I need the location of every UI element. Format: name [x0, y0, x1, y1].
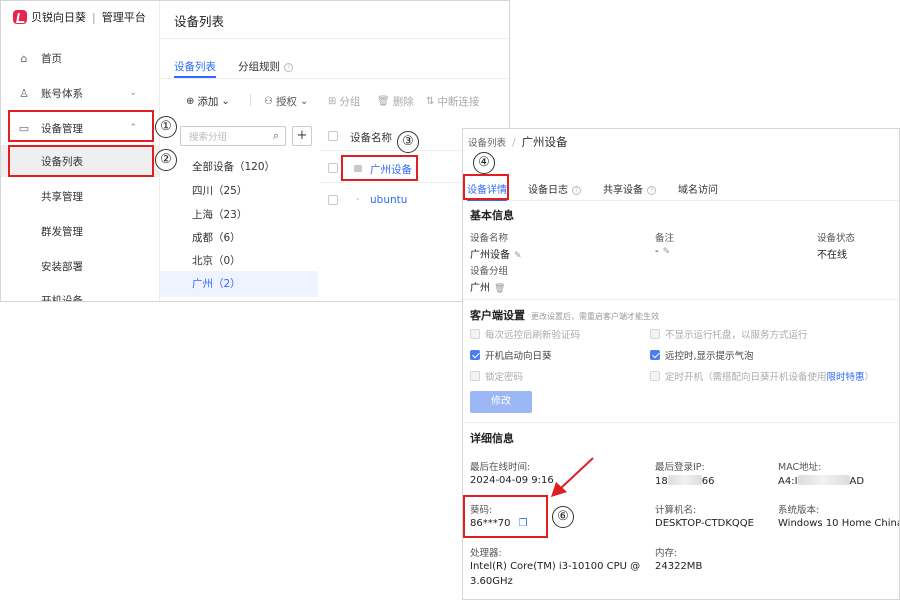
annotation-arrow [551, 457, 594, 497]
